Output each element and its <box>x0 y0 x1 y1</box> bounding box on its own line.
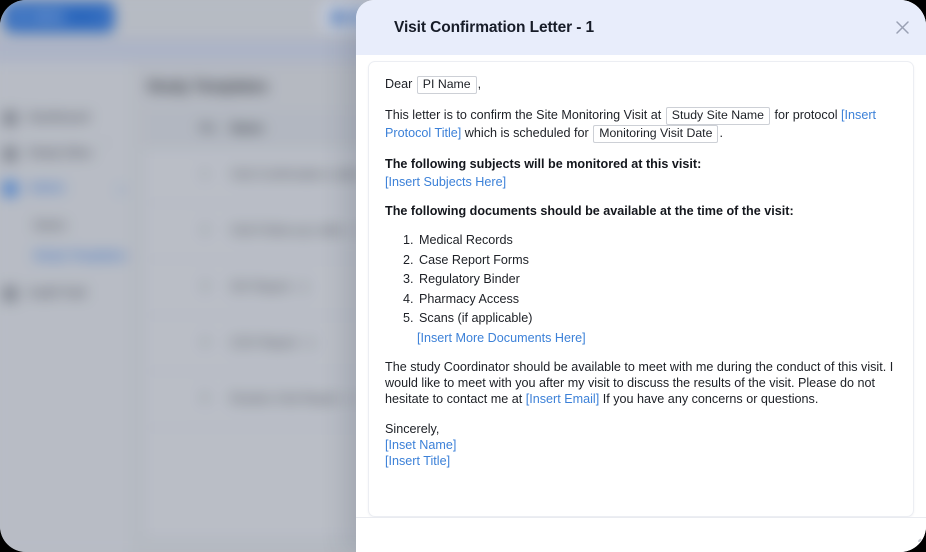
dialog-footer <box>356 517 926 552</box>
placeholder-email[interactable]: [Insert Email] <box>526 392 599 406</box>
placeholder-inset-name[interactable]: [Inset Name] <box>385 438 456 452</box>
salutation-prefix: Dear <box>385 77 413 91</box>
resize-grip-icon[interactable] <box>909 536 922 552</box>
sign-title-line: [Insert Title] <box>385 453 897 469</box>
tag-study-site-name[interactable]: Study Site Name <box>665 106 771 125</box>
documents-list: Medical Records Case Report Forms Regula… <box>385 232 897 327</box>
tag-monitoring-visit-date[interactable]: Monitoring Visit Date <box>593 124 719 143</box>
subjects-placeholder-line: [Insert Subjects Here] <box>385 174 897 190</box>
dialog-header: Visit Confirmation Letter - 1 <box>356 0 926 55</box>
list-item: Medical Records <box>417 232 897 248</box>
letter-intro: This letter is to confirm the Site Monit… <box>385 106 897 143</box>
salutation-suffix: , <box>477 77 482 91</box>
documents-heading: The following documents should be availa… <box>385 203 794 218</box>
intro-text-3: which is scheduled for <box>464 125 589 140</box>
intro-text-4: . <box>719 125 723 140</box>
list-item: Regulatory Binder <box>417 271 897 287</box>
intro-text-1: This letter is to confirm the Site Monit… <box>385 107 662 122</box>
tag-pi-name[interactable]: PI Name <box>416 76 477 94</box>
list-item: Pharmacy Access <box>417 291 897 307</box>
dialog-title: Visit Confirmation Letter - 1 <box>394 18 595 36</box>
placeholder-subjects[interactable]: [Insert Subjects Here] <box>385 175 506 189</box>
letter-salutation: Dear PI Name, <box>385 76 897 94</box>
list-item: Case Report Forms <box>417 252 897 268</box>
documents-more-line: [Insert More Documents Here] <box>417 330 897 346</box>
closing-text-2: If you have any concerns or questions. <box>602 392 819 407</box>
app-window: wbste ▾ ‹ Dashboard Study Sites Admin ▴ … <box>0 0 926 552</box>
list-item: Scans (if applicable) <box>417 310 897 326</box>
visit-confirmation-letter-dialog: Visit Confirmation Letter - 1 Dear PI Na… <box>356 0 926 552</box>
letter-closing: The study Coordinator should be availabl… <box>385 359 897 407</box>
dialog-body: Dear PI Name, This letter is to confirm … <box>356 55 926 517</box>
letter-document[interactable]: Dear PI Name, This letter is to confirm … <box>368 61 914 517</box>
sign-off: Sincerely, <box>385 421 440 436</box>
subjects-heading: The following subjects will be monitored… <box>385 156 702 171</box>
placeholder-insert-title[interactable]: [Insert Title] <box>385 454 450 468</box>
intro-text-2: for protocol <box>774 107 838 122</box>
placeholder-more-documents[interactable]: [Insert More Documents Here] <box>417 331 586 345</box>
letter-content: Dear PI Name, This letter is to confirm … <box>385 76 897 469</box>
sign-name-line: [Inset Name] <box>385 437 897 453</box>
close-icon[interactable] <box>889 15 915 41</box>
